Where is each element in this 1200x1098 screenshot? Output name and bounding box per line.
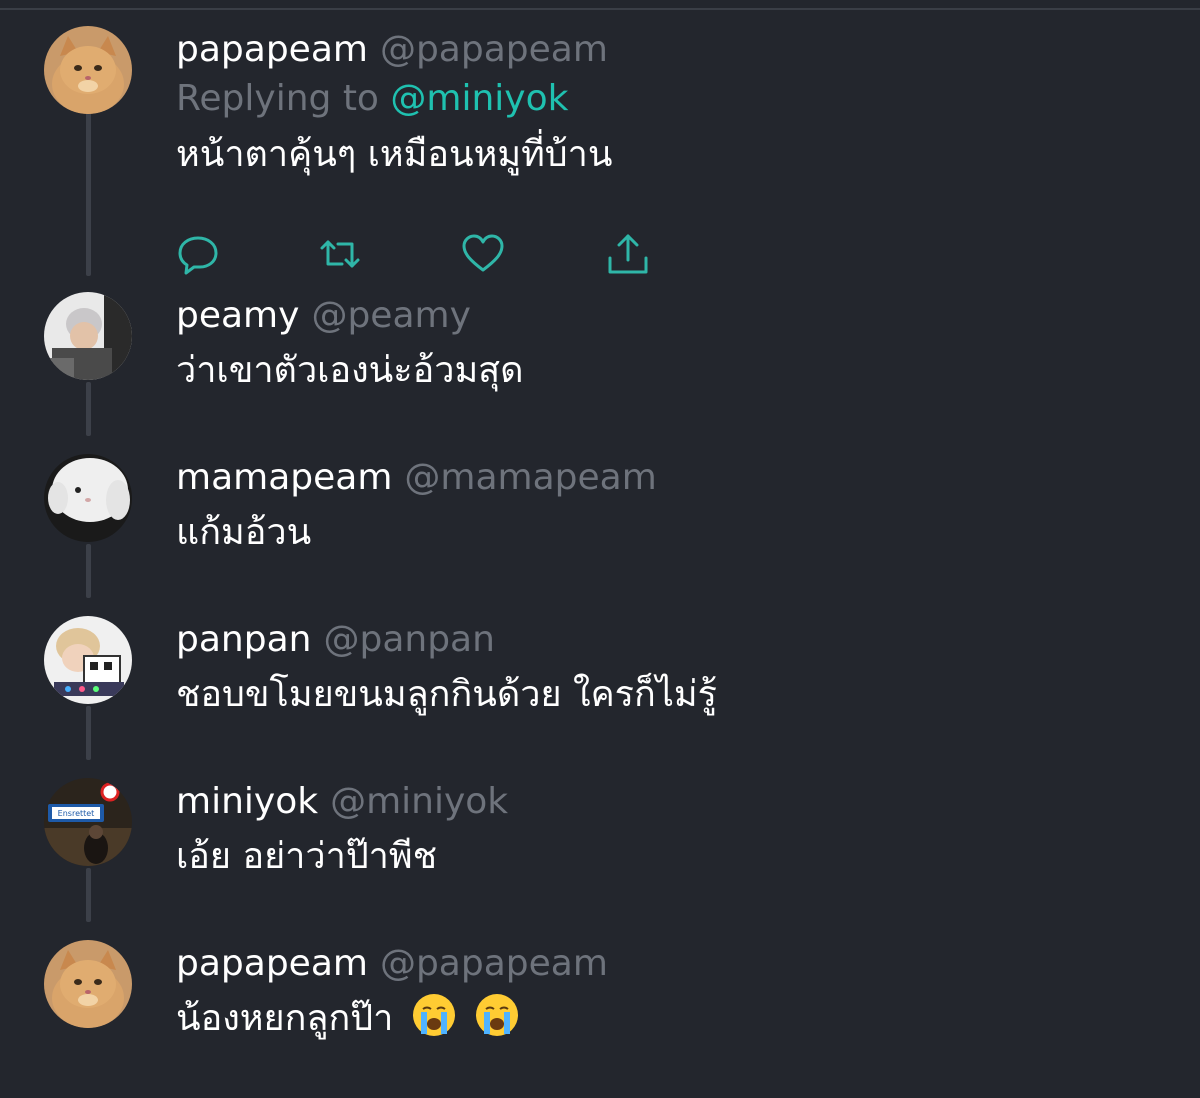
tweet-text: แก้มอ้วน xyxy=(176,512,312,553)
display-name[interactable]: miniyok xyxy=(176,781,318,822)
person-avatar-image xyxy=(44,616,132,704)
name-line: mamapeam @mamapeam xyxy=(176,454,1160,502)
share-icon[interactable] xyxy=(606,232,650,276)
tweet-content: peamy @peamy ว่าเขาตัวเองน่ะอ้วมสุด xyxy=(176,292,1160,402)
tweet-text: ว่าเขาตัวเองน่ะอ้วมสุด xyxy=(176,350,524,391)
handle[interactable]: @papapeam xyxy=(380,29,608,70)
tweet-text: ชอบขโมยขนมลูกกินด้วย ใครก็ไม่รู้ xyxy=(176,674,717,715)
cat-avatar-image xyxy=(44,26,132,114)
handle[interactable]: @papapeam xyxy=(380,943,608,984)
street-sign-avatar-image: Ensrettet xyxy=(44,778,132,866)
thread-line xyxy=(86,382,91,436)
reply-icon[interactable] xyxy=(176,232,220,276)
avatar-papapeam[interactable] xyxy=(44,26,132,114)
name-line: miniyok @miniyok xyxy=(176,778,1160,826)
tweet-text: เอ้ย อย่าว่าป๊าพีช xyxy=(176,836,438,877)
display-name[interactable]: papapeam xyxy=(176,29,368,70)
replying-mention-link[interactable]: @miniyok xyxy=(390,78,568,119)
thread-line xyxy=(86,112,91,276)
avatar-papapeam[interactable] xyxy=(44,940,132,1028)
name-line: papapeam @papapeam xyxy=(176,940,1160,988)
tweet-text: น้องหยกลูกป๊า xyxy=(176,988,1160,1050)
name-line: peamy @peamy xyxy=(176,292,1160,340)
name-line: papapeam @papapeam xyxy=(176,26,1160,74)
tweet-text-content: น้องหยกลูกป๊า xyxy=(176,998,394,1039)
tweet-actions xyxy=(176,232,676,280)
svg-text:Ensrettet: Ensrettet xyxy=(58,809,95,818)
handle[interactable]: @miniyok xyxy=(330,781,508,822)
handle[interactable]: @peamy xyxy=(311,295,470,336)
tweet-content: papapeam @papapeam Replying to @miniyok ห… xyxy=(176,26,1160,186)
thread-line xyxy=(86,868,91,922)
tweet-content: papapeam @papapeam น้องหยกลูกป๊า xyxy=(176,940,1160,1050)
handle[interactable]: @panpan xyxy=(323,619,494,660)
tweet-text: หน้าตาคุ้นๆ เหมือนหมูที่บ้าน xyxy=(176,134,613,175)
replying-prefix: Replying to xyxy=(176,78,379,119)
person-avatar-image xyxy=(44,292,132,380)
name-line: panpan @panpan xyxy=(176,616,1160,664)
cat-avatar-image xyxy=(44,940,132,1028)
thread-line xyxy=(86,544,91,598)
crying-face-icon xyxy=(476,994,519,1036)
tweet-content: mamapeam @mamapeam แก้มอ้วน xyxy=(176,454,1160,564)
top-divider xyxy=(0,8,1200,10)
avatar-mamapeam[interactable] xyxy=(44,454,132,542)
tweet-content: panpan @panpan ชอบขโมยขนมลูกกินด้วย ใครก็… xyxy=(176,616,1160,726)
display-name[interactable]: peamy xyxy=(176,295,299,336)
like-icon[interactable] xyxy=(461,232,505,276)
handle[interactable]: @mamapeam xyxy=(404,457,656,498)
bunny-avatar-image xyxy=(44,454,132,542)
thread-line xyxy=(86,706,91,760)
avatar-peamy[interactable] xyxy=(44,292,132,380)
avatar-panpan[interactable] xyxy=(44,616,132,704)
display-name[interactable]: panpan xyxy=(176,619,311,660)
replying-to-line: Replying to @miniyok xyxy=(176,74,1160,124)
tweet-content: miniyok @miniyok เอ้ย อย่าว่าป๊าพีช xyxy=(176,778,1160,888)
crying-face-icon xyxy=(412,994,455,1036)
avatar-miniyok[interactable]: Ensrettet xyxy=(44,778,132,866)
display-name[interactable]: papapeam xyxy=(176,943,368,984)
display-name[interactable]: mamapeam xyxy=(176,457,392,498)
retweet-icon[interactable] xyxy=(318,232,362,276)
